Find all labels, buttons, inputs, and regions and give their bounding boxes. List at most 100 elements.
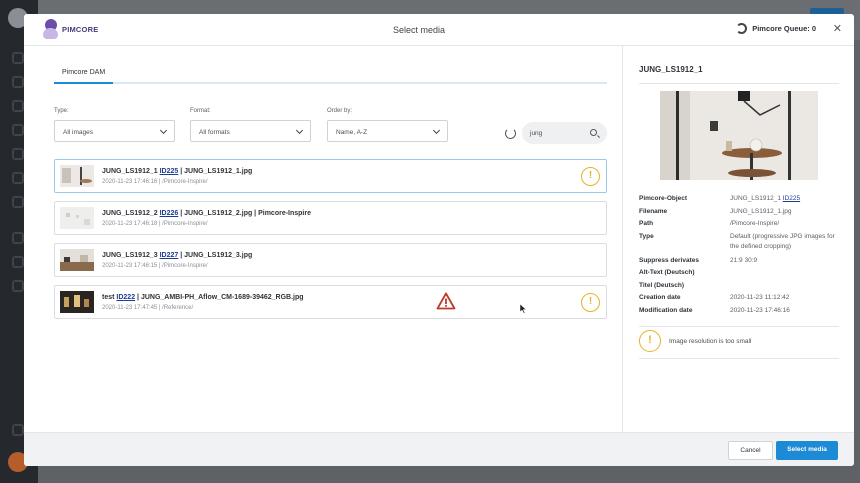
close-icon[interactable]: ✕ [833,22,842,35]
order-by-select[interactable]: Name, A-Z [327,120,448,142]
search-icon[interactable] [590,129,597,136]
media-id-link[interactable]: ID227 [160,252,179,259]
tab-bar: Pimcore DAM [54,66,607,84]
resolution-warning-text: Image resolution is too small [669,337,752,345]
chevron-down-icon [295,126,304,135]
property-row: Path /Pimcore-Inspire/ [639,218,844,231]
media-row-meta: 2020-11-23 17:46:18 | /Pimcore-Inspire/ [102,221,208,227]
media-row-title: JUNG_LS1912_2 ID226 | JUNG_LS1912_2.jpg … [102,210,311,217]
sidebar-icon [12,124,24,136]
property-row: Creation date 2020-11-23 11:12:42 [639,292,844,305]
warning-icon: ! [581,293,600,312]
select-media-dialog: PIMCORE Select media Pimcore Queue: 0 ✕ … [24,14,854,466]
media-row-meta: 2020-11-23 17:46:16 | /Pimcore-Inspire/ [102,179,208,185]
media-thumbnail [60,207,94,229]
property-value: /Pimcore-Inspire/ [730,220,780,227]
media-preview-image [660,91,818,180]
property-value: JUNG_LS1912_1 ID225 [730,195,801,202]
media-detail-panel: JUNG_LS1912_1 Pimcore-Object JUNG_LS1912… [622,46,854,432]
property-row: Type Default (progressive JPG images for… [639,232,844,253]
property-value: 2020-11-23 17:46:16 [730,306,790,314]
media-id-link[interactable]: ID225 [160,168,179,175]
property-row: Pimcore-Object JUNG_LS1912_1 ID225 [639,193,844,206]
divider [639,326,839,327]
media-row[interactable]: test ID222 | JUNG_AMBI-PH_Aflow_CM-1689-… [54,285,607,319]
media-row[interactable]: JUNG_LS1912_3 ID227 | JUNG_LS1912_3.jpg … [54,243,607,277]
sidebar-icon [12,76,24,88]
cancel-button[interactable]: Cancel [728,441,773,460]
property-key: Filename [639,207,668,215]
property-value: 2020-11-23 11:12:42 [730,294,790,301]
queue-label: Pimcore Queue: 0 [752,24,816,33]
order-by-label: Order by: [327,108,353,114]
resolution-warning: ! Image resolution is too small [639,330,751,352]
property-key: Pimcore-Object [639,195,688,202]
sidebar-icon [12,148,24,160]
property-row: Suppress derivates 21:9 30:9 [639,255,844,268]
divider [639,358,839,359]
media-row-title: JUNG_LS1912_1 ID225 | JUNG_LS1912_1.jpg [102,168,252,175]
sidebar-icon [12,280,24,292]
media-name: test [102,294,115,301]
format-filter-label: Format: [190,108,211,114]
sidebar-icon [12,100,24,112]
property-value: Default (progressive JPG images for the … [730,232,835,251]
property-key: Suppress derivates [639,256,699,264]
media-thumbnail [60,165,94,187]
media-row-meta: 2020-11-23 17:47:45 | /Reference/ [102,305,194,311]
property-row: Modification date 2020-11-23 17:46:16 [639,305,844,318]
media-id-link[interactable]: ID226 [160,210,179,217]
search-value: jung [530,130,543,137]
media-row[interactable]: JUNG_LS1912_2 ID226 | JUNG_LS1912_2.jpg … [54,201,607,235]
sidebar-icon [12,52,24,64]
sidebar-icon [12,172,24,184]
sidebar-icon [12,256,24,268]
property-list: Pimcore-Object JUNG_LS1912_1 ID225 Filen… [639,193,844,317]
property-key: Path [639,220,654,227]
media-id-link[interactable]: ID222 [116,294,135,301]
format-filter-value: All formats [199,129,230,136]
media-name: JUNG_LS1912_1 [102,168,158,175]
media-thumbnail [60,291,94,313]
media-row-title: JUNG_LS1912_3 ID227 | JUNG_LS1912_3.jpg [102,252,252,259]
media-name: JUNG_LS1912_3 [102,252,158,259]
media-row-title: test ID222 | JUNG_AMBI-PH_Aflow_CM-1689-… [102,294,304,301]
order-by-value: Name, A-Z [336,129,368,136]
type-filter-label: Type: [54,108,69,114]
reset-icon[interactable] [505,128,516,139]
mouse-cursor-icon [519,304,527,314]
tab-pimcore-dam[interactable]: Pimcore DAM [54,66,114,84]
format-filter-select[interactable]: All formats [190,120,311,142]
dialog-header: PIMCORE Select media Pimcore Queue: 0 ✕ [24,14,854,46]
search-input[interactable]: jung [522,122,607,144]
media-row[interactable]: JUNG_LS1912_1 ID225 | JUNG_LS1912_1.jpg … [54,159,607,193]
warning-icon: ! [581,167,600,186]
sync-icon [736,23,748,34]
object-id-link[interactable]: ID225 [783,195,800,202]
sidebar-icon [12,232,24,244]
property-key: Modification date [639,306,693,314]
chevron-down-icon [432,126,441,135]
media-filename: | JUNG_LS1912_3.jpg [180,252,253,259]
media-filename: | JUNG_LS1912_1.jpg [180,168,253,175]
dialog-title: Select media [392,25,446,35]
pimcore-queue[interactable]: Pimcore Queue: 0 [736,23,816,34]
type-filter-select[interactable]: All images [54,120,175,142]
media-name: JUNG_LS1912_2 [102,210,158,217]
media-thumbnail [60,249,94,271]
property-value: 21:9 30:9 [730,256,758,264]
error-triangle-icon [436,292,456,310]
property-row: Alt-Text (Deutsch) [639,267,844,280]
dialog-footer: Cancel Select media [24,432,854,466]
warning-icon: ! [639,330,661,352]
property-key: Type [639,232,654,240]
property-row: Titel (Deutsch) [639,280,844,293]
media-row-meta: 2020-11-23 17:46:15 | /Pimcore-Inspire/ [102,263,208,269]
select-media-button[interactable]: Select media [776,441,838,460]
detail-title: JUNG_LS1912_1 [639,65,703,74]
property-key: Creation date [639,294,681,301]
type-filter-value: All images [63,129,93,136]
divider [639,83,839,84]
property-row: Filename JUNG_LS1912_1.jpg [639,206,844,219]
media-filename: | JUNG_AMBI-PH_Aflow_CM-1689-39462_RGB.j… [137,294,304,301]
